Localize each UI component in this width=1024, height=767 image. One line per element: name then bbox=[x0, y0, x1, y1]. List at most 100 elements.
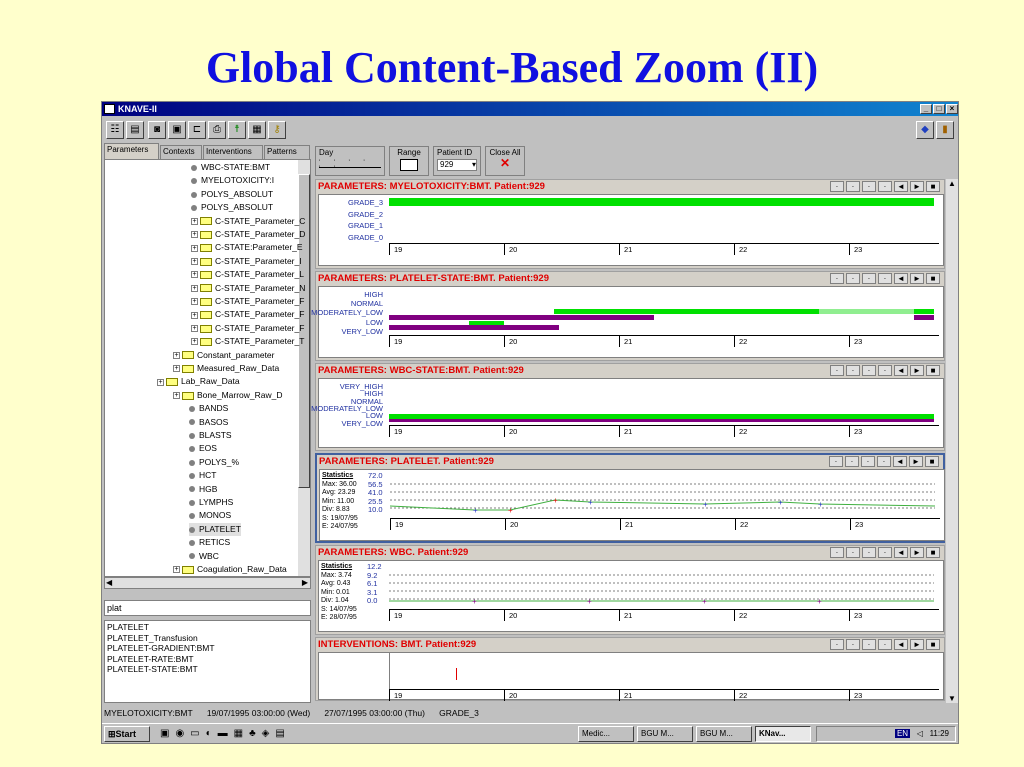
tree-item[interactable]: POLYS_% bbox=[189, 456, 239, 469]
close-icon[interactable]: ■ bbox=[926, 365, 940, 376]
arrow-left-icon[interactable]: ◄ bbox=[894, 365, 908, 376]
tab-contexts[interactable]: Contexts bbox=[160, 145, 202, 159]
data-point-marker[interactable]: + bbox=[553, 496, 558, 505]
network-icon[interactable]: · bbox=[878, 273, 892, 284]
arrow-left-icon[interactable]: ◄ bbox=[893, 456, 907, 467]
tree-item[interactable]: + C-STATE_Parameter_I bbox=[191, 255, 302, 268]
bar-icon[interactable]: · bbox=[846, 547, 860, 558]
tree-item[interactable]: BLASTS bbox=[189, 429, 232, 442]
arrow-right-icon[interactable]: ► bbox=[910, 639, 924, 650]
chart-type-icon[interactable]: · bbox=[830, 365, 844, 376]
tree-item[interactable]: MYELOTOXICITY:I bbox=[191, 174, 274, 187]
expand-toggle-icon[interactable]: + bbox=[191, 244, 198, 252]
expand-toggle-icon[interactable]: + bbox=[173, 392, 180, 400]
grid-icon[interactable]: ▤ bbox=[126, 121, 144, 139]
expand-toggle-icon[interactable]: + bbox=[191, 284, 198, 292]
arrow-right-icon[interactable]: ► bbox=[910, 181, 924, 192]
tray-lang[interactable]: EN bbox=[894, 729, 911, 738]
zoom-icon[interactable]: · bbox=[862, 365, 876, 376]
task-medic[interactable]: Medic... bbox=[578, 726, 634, 742]
tree-hscroll[interactable]: ◀ ▶ bbox=[104, 577, 311, 589]
arrow-left-icon[interactable]: ◄ bbox=[894, 639, 908, 650]
expand-toggle-icon[interactable]: + bbox=[191, 325, 198, 333]
save-icon[interactable]: ▣ bbox=[168, 121, 186, 139]
scroll-up-icon[interactable]: ▲ bbox=[948, 179, 956, 188]
tree-item[interactable]: POLYS_ABSOLUT bbox=[191, 201, 273, 214]
zoom-icon[interactable]: · bbox=[862, 547, 876, 558]
tree-item[interactable]: + Constant_parameter bbox=[173, 349, 275, 362]
close-all-button[interactable]: Close All ✕ bbox=[485, 146, 525, 176]
tree-item[interactable]: HCT bbox=[189, 469, 216, 482]
window-titlebar[interactable]: KNAVE-II _ □ × bbox=[102, 102, 958, 116]
result-item[interactable]: PLATELET-GRADIENT:BMT bbox=[107, 643, 308, 654]
chart-type-icon[interactable]: · bbox=[830, 547, 844, 558]
expand-toggle-icon[interactable]: + bbox=[191, 217, 198, 225]
expand-toggle-icon[interactable]: + bbox=[191, 258, 198, 266]
close-icon[interactable]: ■ bbox=[925, 456, 939, 467]
tree-item[interactable]: + Lab_Raw_Data bbox=[157, 375, 240, 388]
arrow-right-icon[interactable]: ► bbox=[910, 547, 924, 558]
expand-toggle-icon[interactable]: + bbox=[157, 378, 164, 386]
tab-patterns[interactable]: Patterns bbox=[264, 145, 310, 159]
expand-toggle-icon[interactable]: + bbox=[191, 298, 198, 306]
tree-item[interactable]: + C-STATE_Parameter_D bbox=[191, 228, 305, 241]
panels-vscroll[interactable]: ▲ ▼ bbox=[946, 179, 958, 703]
quick-launch[interactable]: ▣◉▭◐▬▦♣◈▤ bbox=[160, 728, 291, 739]
open-folder-icon[interactable]: ⊏ bbox=[188, 121, 206, 139]
chart-type-icon[interactable]: · bbox=[830, 639, 844, 650]
tab-parameters[interactable]: Parameters bbox=[104, 143, 159, 160]
data-point-marker[interactable]: + bbox=[587, 597, 592, 606]
tree-item[interactable]: + C-STATE_Parameter_L bbox=[191, 268, 304, 281]
panel-0[interactable]: PARAMETERS: MYELOTOXICITY:BMT. Patient:9… bbox=[315, 179, 945, 269]
print-icon[interactable]: ⎙ bbox=[208, 121, 226, 139]
zoom-icon[interactable]: · bbox=[862, 639, 876, 650]
data-point-marker[interactable]: + bbox=[703, 500, 708, 509]
tree-item[interactable]: + Bone_Marrow_Raw_D bbox=[173, 389, 283, 402]
result-item[interactable]: PLATELET bbox=[107, 622, 308, 633]
task-bgu-2[interactable]: BGU M... bbox=[696, 726, 752, 742]
result-item[interactable]: PLATELET_Transfusion bbox=[107, 633, 308, 644]
patient-id-select[interactable]: 929 ▾ bbox=[437, 159, 477, 171]
tree-item[interactable]: WBC bbox=[189, 550, 219, 563]
tab-interventions[interactable]: Interventions bbox=[203, 145, 263, 159]
network-icon[interactable]: · bbox=[878, 365, 892, 376]
tree-item[interactable]: WBC-STATE:BMT bbox=[191, 161, 270, 174]
expand-toggle-icon[interactable]: + bbox=[191, 338, 198, 346]
arrow-right-icon[interactable]: ► bbox=[909, 456, 923, 467]
exit-icon[interactable]: ▮ bbox=[936, 121, 954, 139]
chart-type-icon[interactable]: · bbox=[830, 273, 844, 284]
range-control[interactable]: Range bbox=[389, 146, 429, 176]
result-item[interactable]: PLATELET-RATE:BMT bbox=[107, 654, 308, 665]
tree-item[interactable]: EOS bbox=[189, 442, 217, 455]
zoom-icon[interactable]: · bbox=[861, 456, 875, 467]
tree-item[interactable]: LYMPHS bbox=[189, 496, 233, 509]
task-bgu-1[interactable]: BGU M... bbox=[637, 726, 693, 742]
data-point-marker[interactable]: + bbox=[702, 597, 707, 606]
result-item[interactable]: PLATELET-STATE:BMT bbox=[107, 664, 308, 675]
tree-item[interactable]: + C-STATE_Parameter_T bbox=[191, 335, 304, 348]
close-icon[interactable]: ■ bbox=[926, 273, 940, 284]
tree-item[interactable]: POLYS_ABSOLUT bbox=[191, 188, 273, 201]
scroll-right-icon[interactable]: ▶ bbox=[302, 578, 308, 588]
arrow-left-icon[interactable]: ◄ bbox=[894, 273, 908, 284]
panel-2[interactable]: PARAMETERS: WBC-STATE:BMT. Patient:929 · ·… bbox=[311, 363, 945, 451]
expand-toggle-icon[interactable]: + bbox=[191, 271, 198, 279]
close-icon[interactable]: ■ bbox=[926, 639, 940, 650]
day-control[interactable]: Day ' ' ' ' ' ' bbox=[315, 146, 385, 176]
zoom-icon[interactable]: · bbox=[862, 273, 876, 284]
panel-3[interactable]: PARAMETERS: PLATELET. Patient:929 · · · · ◄ ► ■… bbox=[315, 453, 945, 543]
network-icon[interactable]: · bbox=[878, 639, 892, 650]
key-icon[interactable]: ⚷ bbox=[268, 121, 286, 139]
expand-toggle-icon[interactable]: + bbox=[173, 351, 180, 359]
data-point-marker[interactable]: + bbox=[508, 506, 513, 515]
arrow-left-icon[interactable]: ◄ bbox=[894, 547, 908, 558]
close-icon[interactable]: ■ bbox=[926, 547, 940, 558]
network-icon[interactable]: · bbox=[877, 456, 891, 467]
run-icon[interactable]: ☨ bbox=[228, 121, 246, 139]
bar-icon[interactable]: · bbox=[846, 365, 860, 376]
network-icon[interactable]: · bbox=[878, 181, 892, 192]
data-point-marker[interactable]: + bbox=[818, 500, 823, 509]
chart-type-icon[interactable]: · bbox=[829, 456, 843, 467]
close-button[interactable]: × bbox=[946, 104, 958, 114]
bar-icon[interactable]: · bbox=[846, 639, 860, 650]
